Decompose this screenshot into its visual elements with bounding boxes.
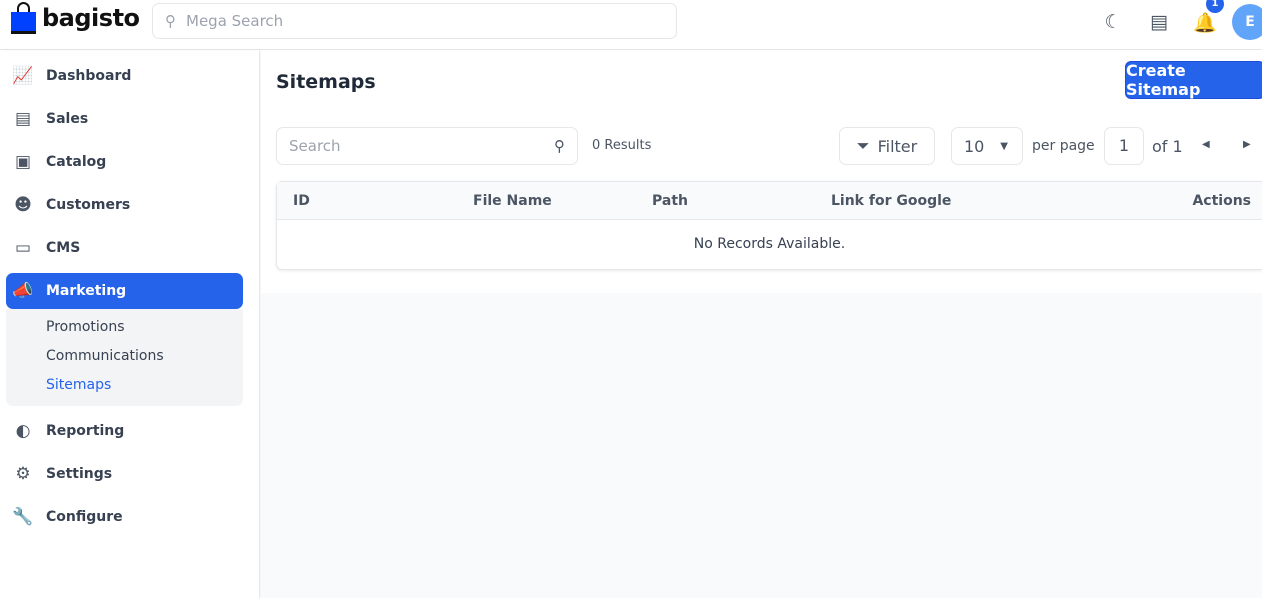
empty-state: No Records Available. (693, 236, 846, 252)
sidebar-subitem-sitemaps[interactable]: Sitemaps (46, 371, 243, 400)
dark-mode-icon[interactable]: ☾ (1090, 11, 1136, 33)
bagisto-logo[interactable]: bagisto (11, 2, 140, 34)
sidebar: 📈 Dashboard ▤ Sales ▣ Catalog ☻ Customers ▭ C… (0, 51, 260, 598)
nav-label: Settings (46, 465, 113, 482)
per-page-label: per page (1032, 138, 1095, 154)
bag-icon (11, 2, 36, 34)
column-file-name[interactable]: File Name (473, 193, 552, 209)
dashboard-icon: 📈 (12, 65, 34, 86)
filter-label: Filter (877, 136, 918, 156)
user-icon: ☻ (14, 194, 32, 215)
search-icon: ⚲ (554, 137, 565, 155)
column-actions: Actions (1192, 193, 1251, 209)
sidebar-item-reporting[interactable]: ◐ Reporting (0, 409, 259, 452)
main-content: Sitemaps Create Sitemap Search ⚲ 0 Result… (261, 51, 1262, 598)
brand-name: bagisto (42, 4, 140, 32)
megaphone-icon: 📣 (12, 281, 34, 301)
sitemaps-table: ID File Name Path Link for Google Action… (276, 181, 1262, 270)
table-header: ID File Name Path Link for Google Action… (277, 182, 1262, 220)
sidebar-item-catalog[interactable]: ▣ Catalog (0, 140, 259, 183)
notification-bell-icon[interactable]: 🔔 1 (1182, 0, 1228, 34)
mega-search-placeholder: Mega Search (186, 12, 284, 30)
nav-label: Sales (46, 110, 89, 127)
monitor-icon: ▭ (14, 237, 32, 258)
nav-label: Catalog (46, 153, 107, 170)
chevron-down-icon: ▼ (1000, 140, 1008, 152)
per-page-value: 10 (964, 136, 985, 156)
create-sitemap-button[interactable]: Create Sitemap (1125, 61, 1262, 99)
next-page-icon[interactable]: ▶ (1243, 139, 1251, 150)
results-count: 0 Results (592, 138, 652, 153)
wrench-icon: 🔧 (12, 506, 34, 527)
filter-icon: ⏷ (856, 136, 870, 155)
storefront-icon[interactable]: ▤ (1136, 11, 1182, 33)
nav-label: Customers (46, 196, 131, 213)
nav-label: Marketing (46, 283, 127, 299)
top-bar: bagisto ⚲ Mega Search ☾ ▤ 🔔 1 E (0, 0, 1262, 50)
per-page-select[interactable]: 10 ▼ (951, 127, 1023, 165)
nav-label: Reporting (46, 422, 125, 439)
sidebar-item-customers[interactable]: ☻ Customers (0, 183, 259, 226)
search-input[interactable]: Search ⚲ (276, 127, 578, 165)
sidebar-item-marketing[interactable]: 📣 Marketing (6, 273, 243, 309)
avatar[interactable]: E (1232, 4, 1262, 40)
filter-button[interactable]: ⏷ Filter (839, 127, 935, 165)
sidebar-subitem-communications[interactable]: Communications (46, 342, 243, 371)
nav-label: Configure (46, 508, 123, 525)
column-link-for-google[interactable]: Link for Google (831, 193, 951, 209)
column-path[interactable]: Path (652, 193, 688, 209)
notification-badge: 1 (1206, 0, 1224, 13)
prev-page-icon[interactable]: ◀ (1202, 139, 1210, 150)
search-icon: ⚲ (165, 12, 176, 30)
sidebar-subitem-promotions[interactable]: Promotions (46, 313, 243, 342)
receipt-icon: ▤ (14, 108, 32, 129)
page-total: of 1 (1152, 137, 1183, 156)
gear-icon: ⚙ (15, 463, 31, 484)
pie-chart-icon: ◐ (15, 420, 31, 441)
sidebar-item-settings[interactable]: ⚙ Settings (0, 452, 259, 495)
column-id[interactable]: ID (293, 193, 310, 209)
nav-label: Dashboard (46, 67, 132, 84)
page-input[interactable]: 1 (1104, 127, 1144, 165)
sidebar-item-sales[interactable]: ▤ Sales (0, 97, 259, 140)
sidebar-item-configure[interactable]: 🔧 Configure (0, 495, 259, 538)
sidebar-item-cms[interactable]: ▭ CMS (0, 226, 259, 269)
nav-label: CMS (46, 239, 81, 256)
marketing-submenu: Promotions Communications Sitemaps (6, 309, 243, 406)
page-title: Sitemaps (276, 71, 376, 93)
mega-search-input[interactable]: ⚲ Mega Search (152, 3, 677, 39)
sidebar-item-dashboard[interactable]: 📈 Dashboard (0, 54, 259, 97)
search-placeholder: Search (289, 137, 341, 155)
catalog-icon: ▣ (14, 151, 32, 172)
